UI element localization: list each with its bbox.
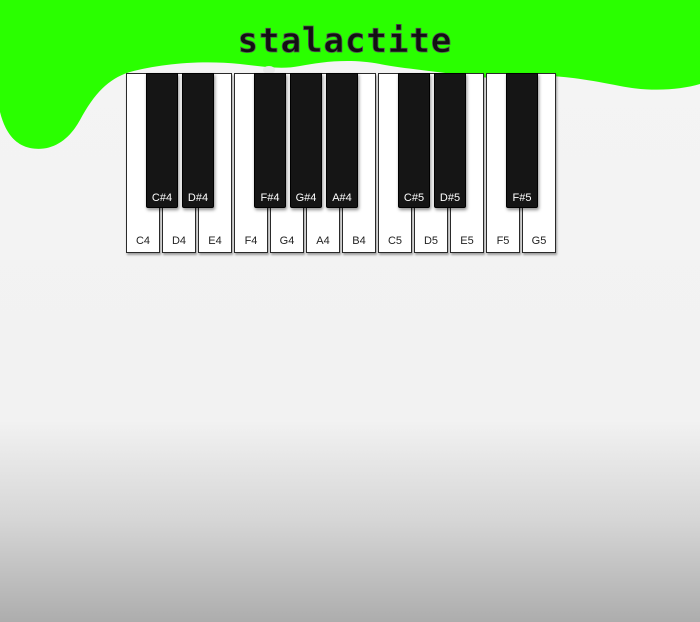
black-key-a-sharp-4[interactable]: A#4 — [326, 73, 358, 208]
key-label: G4 — [279, 235, 295, 247]
key-label: F5 — [496, 235, 510, 247]
key-label: B4 — [352, 235, 366, 247]
key-label: D#5 — [439, 192, 461, 204]
key-label: D4 — [171, 235, 187, 247]
key-label: A#4 — [332, 192, 352, 204]
key-label: D#4 — [187, 192, 209, 204]
key-label: G5 — [531, 235, 547, 247]
app-title-logo: stalactite — [150, 24, 540, 60]
key-label: D5 — [423, 235, 439, 247]
key-label: E4 — [208, 235, 222, 247]
key-label: F#5 — [512, 192, 532, 204]
black-key-f-sharp-4[interactable]: F#4 — [254, 73, 286, 208]
key-label: C5 — [387, 235, 403, 247]
key-label: A4 — [316, 235, 330, 247]
key-label: F#4 — [260, 192, 280, 204]
app-title-svg: stalactite — [237, 24, 453, 60]
key-label: C4 — [135, 235, 151, 247]
black-key-c-sharp-5[interactable]: C#5 — [398, 73, 430, 208]
black-key-d-sharp-5[interactable]: D#5 — [434, 73, 466, 208]
piano-keyboard[interactable]: C4 D4 E4 F4 G4 A4 B4 C5 D5 E5 F5 G5 C#4 … — [126, 73, 560, 255]
black-key-f-sharp-5[interactable]: F#5 — [506, 73, 538, 208]
key-label: F4 — [244, 235, 258, 247]
key-label: E5 — [460, 235, 474, 247]
app-title: stalactite — [238, 24, 453, 60]
black-key-d-sharp-4[interactable]: D#4 — [182, 73, 214, 208]
black-key-g-sharp-4[interactable]: G#4 — [290, 73, 322, 208]
black-key-c-sharp-4[interactable]: C#4 — [146, 73, 178, 208]
key-label: G#4 — [295, 192, 317, 204]
key-label: C#5 — [403, 192, 425, 204]
key-label: C#4 — [151, 192, 173, 204]
